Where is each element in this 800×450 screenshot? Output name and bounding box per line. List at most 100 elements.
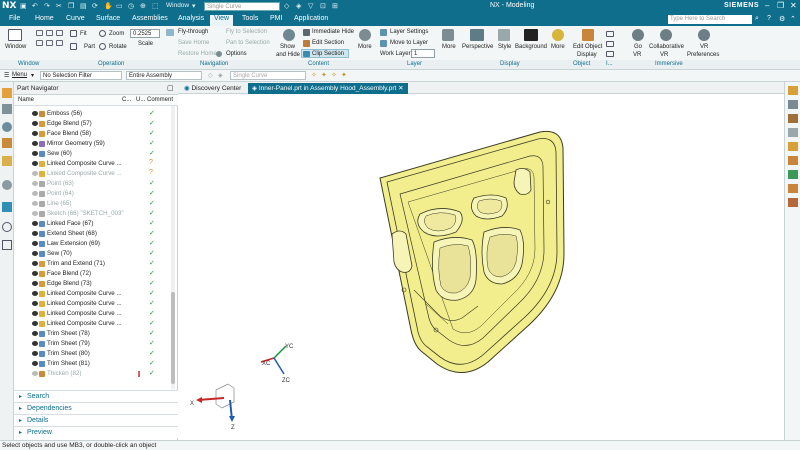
graphics-window[interactable]: YC XC ZC X Z (178, 94, 784, 440)
visibility-eye-icon[interactable] (32, 211, 38, 216)
navigator-row[interactable]: Mirror Geometry (59) ✓ (14, 139, 172, 149)
more-layer-icon[interactable] (442, 29, 454, 41)
tab-file[interactable]: File (5, 15, 24, 26)
visibility-eye-icon[interactable] (32, 371, 38, 376)
visibility-eye-icon[interactable] (32, 311, 38, 316)
layout-icon-4[interactable] (36, 40, 43, 46)
navigator-row[interactable]: Trim Sheet (81) ✓ (14, 359, 172, 369)
snap-point-icon-3[interactable]: ✧ (331, 71, 337, 79)
style-button[interactable]: Style (498, 44, 511, 50)
navigator-row[interactable]: Line (65) ✓ (14, 199, 172, 209)
visibility-eye-icon[interactable] (32, 151, 38, 156)
right-tool-icon-9[interactable] (788, 198, 798, 207)
immediate-hide-button[interactable]: Immediate Hide (312, 29, 354, 35)
object-icon-3[interactable] (606, 51, 614, 57)
tab-surface[interactable]: Surface (92, 15, 124, 26)
part-icon[interactable] (70, 43, 77, 50)
fly-to-selection-button[interactable]: Fly to Selection (226, 29, 267, 35)
help-icon[interactable]: ? (767, 15, 771, 22)
navigator-row[interactable]: Emboss (56) ✓ (14, 109, 172, 119)
collaborative-vr-label-2[interactable]: VR (660, 52, 668, 58)
hd3d-tools-icon[interactable] (2, 156, 12, 166)
restore-home-button[interactable]: Restore Home (178, 51, 217, 57)
navigator-row[interactable]: Linked Composite Curve ... ✓ (14, 319, 172, 329)
snap-point-icon-1[interactable]: ✧ (311, 71, 317, 79)
navigator-row[interactable]: Point (63) ✓ (14, 179, 172, 189)
filter-icon-3[interactable]: ▽ (308, 2, 313, 10)
tab-assemblies[interactable]: Assemblies (128, 15, 172, 26)
vr-preferences-label-2[interactable]: Preferences (687, 52, 719, 58)
curve-rule-selection-combo[interactable]: Single Curve (230, 71, 306, 80)
column-uptodate[interactable]: U... (136, 97, 145, 103)
rotate-button[interactable]: Rotate (109, 44, 127, 50)
visibility-eye-icon[interactable] (32, 161, 38, 166)
navigator-row[interactable]: Trim Sheet (80) ✓ (14, 349, 172, 359)
column-name[interactable]: Name (18, 97, 34, 103)
window-icon[interactable] (8, 29, 22, 41)
visibility-eye-icon[interactable] (32, 201, 38, 206)
work-layer-combo[interactable]: 1 (411, 49, 435, 58)
zoom-icon[interactable] (99, 30, 106, 37)
window-menu[interactable]: Window (166, 2, 189, 9)
repeat-command-icon[interactable]: ⟳ (92, 2, 98, 10)
visibility-eye-icon[interactable] (32, 341, 38, 346)
selection-icon-2[interactable]: ◈ (218, 72, 223, 79)
visibility-eye-icon[interactable] (32, 251, 38, 256)
show-and-hide-icon[interactable] (283, 29, 295, 41)
selection-icon-1[interactable]: ◇ (208, 72, 213, 79)
snap-point-icon-2[interactable]: ✦ (321, 71, 327, 79)
background-icon[interactable] (524, 29, 538, 41)
show-and-hide-label-2[interactable]: and Hide (276, 52, 300, 58)
visibility-eye-icon[interactable] (32, 191, 38, 196)
navigator-row[interactable]: Thicken (82) ✓ (14, 369, 172, 379)
menu-icon[interactable]: ☰ (4, 72, 9, 79)
command-search-input[interactable]: Type Here to Search (668, 15, 752, 24)
options-icon[interactable] (216, 51, 222, 57)
navigator-row[interactable]: Trim Sheet (79) ✓ (14, 339, 172, 349)
layout-icon-2[interactable] (46, 30, 53, 36)
move-to-layer-button[interactable]: Move to Layer (390, 40, 428, 46)
navigator-row[interactable]: Trim and Extend (71) ✓ (14, 259, 172, 269)
navigator-row[interactable]: Edge Blend (73) ✓ (14, 279, 172, 289)
part-navigator-icon[interactable] (2, 122, 12, 132)
right-tool-icon-1[interactable] (788, 86, 798, 95)
visibility-eye-icon[interactable] (32, 121, 38, 126)
search-icon[interactable]: ⌕ (755, 15, 759, 23)
navigator-row[interactable]: Sew (60) ✓ (14, 149, 172, 159)
layout-icon-5[interactable] (46, 40, 53, 46)
tab-view[interactable]: View (210, 15, 234, 26)
part-button[interactable]: Part (84, 44, 95, 50)
menu-dropdown-icon[interactable]: ▾ (31, 72, 34, 79)
right-tool-icon-5[interactable] (788, 142, 798, 151)
tab-curve[interactable]: Curve (62, 15, 89, 26)
more-display-icon[interactable] (552, 29, 564, 41)
perspective-icon[interactable] (470, 29, 484, 41)
more-content-button[interactable]: More (358, 44, 372, 50)
cut-icon[interactable]: ✂ (56, 2, 62, 10)
tab-tools[interactable]: Tools (238, 15, 262, 26)
navigator-row[interactable]: Linked Face (67) ✓ (14, 219, 172, 229)
visibility-eye-icon[interactable] (32, 281, 38, 286)
filter-icon-2[interactable]: ◈ (296, 2, 301, 10)
clip-section-button[interactable]: Clip Section (312, 51, 344, 57)
object-icon-2[interactable] (606, 41, 614, 47)
restore-icon[interactable]: ❐ (777, 1, 784, 10)
minimize-icon[interactable]: – (765, 1, 769, 10)
window-button-label[interactable]: Window (5, 44, 26, 50)
open-icon[interactable]: ▭ (116, 2, 123, 10)
right-tool-icon-8[interactable] (788, 184, 798, 193)
save-home-button[interactable]: Save Home (178, 40, 209, 46)
tab-application[interactable]: Application (290, 15, 332, 26)
navigator-row[interactable]: Sketch (66) "SKETCH_003" ✓ (14, 209, 172, 219)
edit-object-display-icon[interactable] (582, 29, 594, 41)
navigator-scroll-thumb[interactable] (171, 292, 175, 384)
zoom-button[interactable]: Zoom (109, 31, 124, 37)
column-current[interactable]: C... (122, 97, 131, 103)
style-icon[interactable] (498, 29, 510, 41)
perspective-button[interactable]: Perspective (462, 44, 493, 50)
navigator-pin-icon[interactable]: ▢ (167, 84, 174, 92)
more-layer-button[interactable]: More (442, 44, 456, 50)
navigator-row[interactable]: Linked Composite Curve ... ✓ (14, 299, 172, 309)
visibility-eye-icon[interactable] (32, 261, 38, 266)
reuse-library-icon[interactable] (2, 138, 12, 148)
